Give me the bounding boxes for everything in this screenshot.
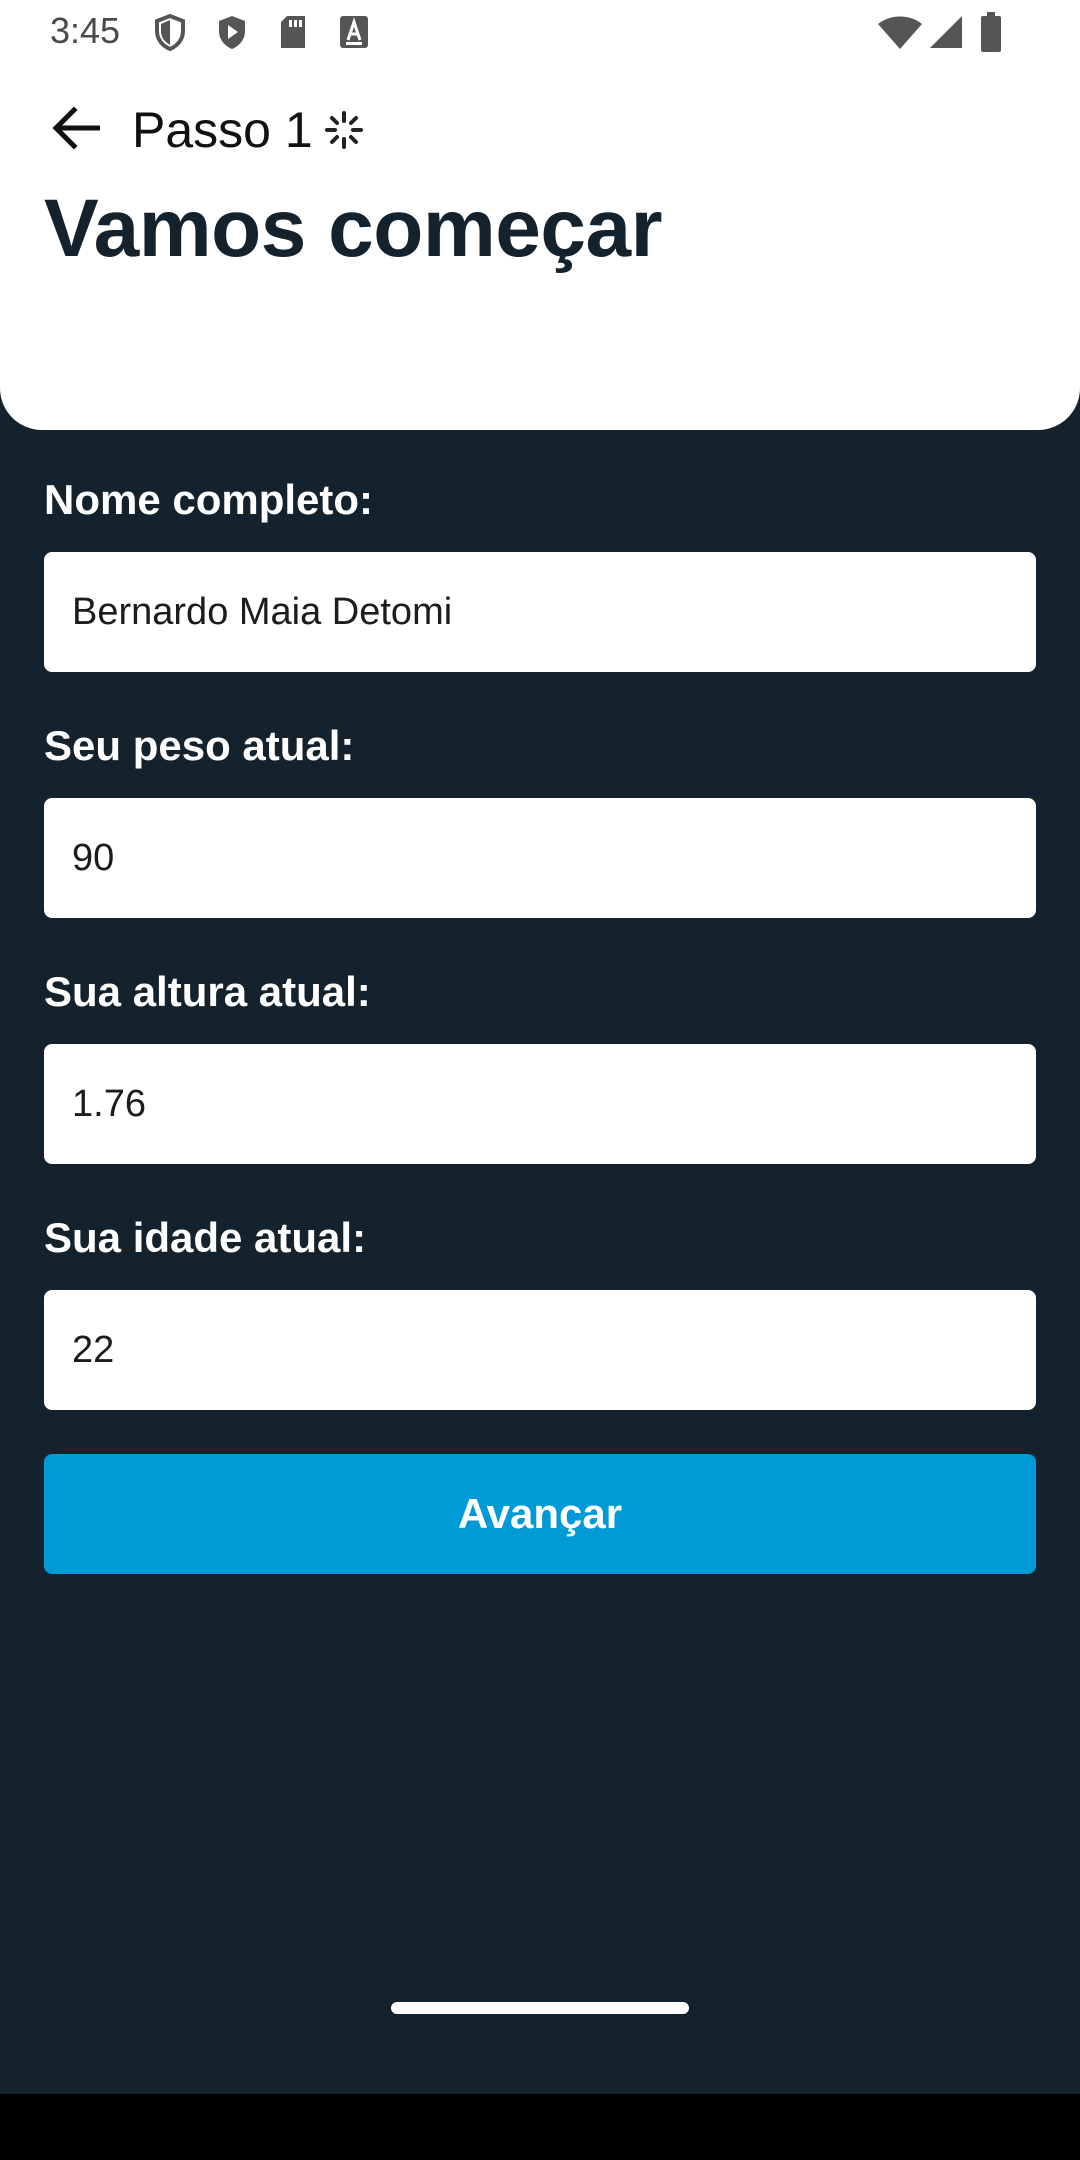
back-button[interactable] bbox=[44, 98, 108, 162]
age-label: Sua idade atual: bbox=[44, 1214, 367, 1261]
signal-icon bbox=[928, 14, 964, 55]
step-label: Passo 1 bbox=[132, 102, 313, 158]
weight-input[interactable] bbox=[44, 798, 1036, 918]
navigation-bar bbox=[0, 2094, 1080, 2160]
name-label: Nome completo: bbox=[44, 476, 374, 523]
page-title: Vamos começar bbox=[44, 183, 663, 274]
shield-play-icon bbox=[216, 14, 248, 57]
home-gesture-handle[interactable] bbox=[391, 2002, 689, 2014]
status-time: 3:45 bbox=[50, 10, 121, 51]
weight-label: Seu peso atual: bbox=[44, 722, 355, 769]
battery-icon bbox=[980, 12, 1002, 57]
wifi-icon bbox=[878, 16, 922, 55]
age-input[interactable] bbox=[44, 1290, 1036, 1410]
sd-card-icon bbox=[278, 14, 308, 55]
height-label: Sua altura atual: bbox=[44, 968, 371, 1015]
shield-outline-icon bbox=[154, 13, 186, 57]
spinner-icon bbox=[324, 110, 364, 155]
status-bar: 3:45 bbox=[0, 0, 1080, 66]
name-input[interactable] bbox=[44, 552, 1036, 672]
arrow-left-icon bbox=[52, 105, 101, 155]
height-input[interactable] bbox=[44, 1044, 1036, 1164]
font-a-icon bbox=[338, 14, 370, 55]
next-button[interactable]: Avançar bbox=[44, 1454, 1036, 1574]
